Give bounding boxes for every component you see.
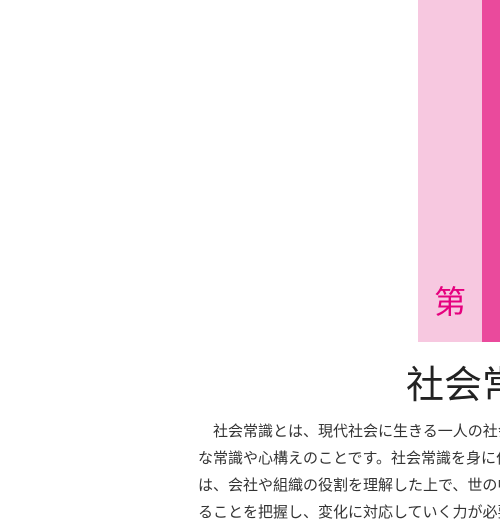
section-title: 社会常 xyxy=(406,363,500,407)
body-paragraph: 社会常識とは、現代社会に生きる一人の社会人と な常識や心構えのことです。社会常識… xyxy=(198,418,500,519)
body-line: な常識や心構えのことです。社会常識を身に付け xyxy=(198,449,500,467)
body-line: は、会社や組織の役割を理解した上で、世の中で xyxy=(198,476,500,494)
chapter-accent-bar xyxy=(482,0,500,342)
body-line: ることを把握し、変化に対応していく力が必要です xyxy=(198,503,500,519)
body-line: 社会常識とは、現代社会に生きる一人の社会人と xyxy=(213,422,500,440)
chapter-label: 第 xyxy=(434,283,467,321)
